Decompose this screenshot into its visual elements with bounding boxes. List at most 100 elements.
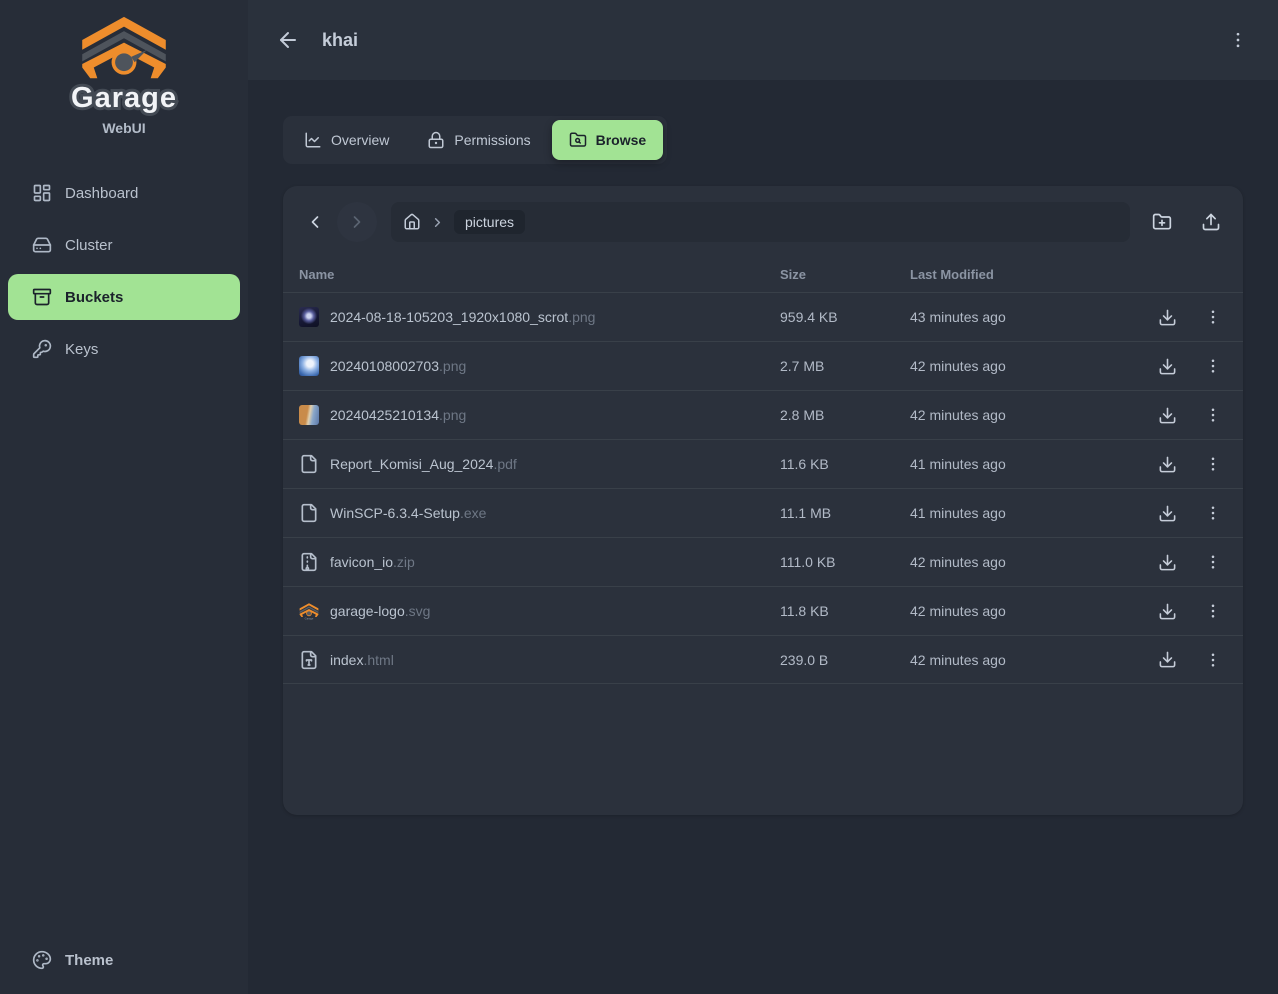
upload-button[interactable] (1195, 206, 1227, 238)
theme-toggle[interactable]: Theme (8, 940, 240, 980)
home-icon[interactable] (403, 213, 421, 231)
table-row: 20240425210134.png 2.8 MB 42 minutes ago (283, 390, 1243, 439)
app-title: Garage Garage (71, 82, 177, 115)
file-archive-icon (299, 552, 319, 572)
toolbar-actions (1146, 206, 1227, 238)
file-modified: 42 minutes ago (910, 603, 1150, 619)
file-link[interactable]: Report_Komisi_Aug_2024.pdf (283, 454, 780, 474)
theme-label: Theme (65, 952, 113, 969)
file-table: Name Size Last Modified 2024-08-18-10520… (283, 256, 1243, 684)
logo-block: Garage Garage WebUI (0, 0, 248, 136)
garage-logo-icon (79, 16, 169, 80)
download-icon (1158, 602, 1177, 621)
chevron-right-icon (430, 215, 445, 230)
image-thumbnail (299, 356, 319, 376)
header-menu-button[interactable] (1222, 24, 1254, 56)
table-row: Garage garage-logo.svg 11.8 KB 42 minute… (283, 586, 1243, 635)
tab-label: Browse (596, 132, 647, 148)
download-button[interactable] (1157, 307, 1177, 327)
sidebar-item-cluster[interactable]: Cluster (8, 222, 240, 268)
file-size: 11.1 MB (780, 505, 910, 521)
kebab-menu-icon (1204, 651, 1222, 669)
file-icon (299, 454, 319, 474)
cluster-icon (32, 235, 52, 255)
file-size: 2.7 MB (780, 358, 910, 374)
tab-overview[interactable]: Overview (287, 120, 406, 160)
sidebar-item-keys[interactable]: Keys (8, 326, 240, 372)
file-size: 239.0 B (780, 652, 910, 668)
row-menu-button[interactable] (1203, 454, 1223, 474)
row-menu-button[interactable] (1203, 503, 1223, 523)
column-header-size: Size (780, 267, 910, 282)
download-button[interactable] (1157, 356, 1177, 376)
table-header: Name Size Last Modified (283, 256, 1243, 292)
kebab-menu-icon (1204, 504, 1222, 522)
row-menu-button[interactable] (1203, 405, 1223, 425)
file-size: 2.8 MB (780, 407, 910, 423)
file-link[interactable]: 20240425210134.png (283, 405, 780, 425)
sidebar-item-label: Dashboard (65, 185, 138, 202)
file-link[interactable]: WinSCP-6.3.4-Setup.exe (283, 503, 780, 523)
download-icon (1158, 455, 1177, 474)
download-button[interactable] (1157, 405, 1177, 425)
file-modified: 41 minutes ago (910, 456, 1150, 472)
file-icon (299, 503, 319, 523)
chevron-right-icon (347, 212, 367, 232)
nav-back-button[interactable] (299, 206, 331, 238)
table-row: 2024-08-18-105203_1920x1080_scrot.png 95… (283, 292, 1243, 341)
sidebar-item-label: Cluster (65, 237, 113, 254)
back-button[interactable] (272, 24, 304, 56)
download-button[interactable] (1157, 454, 1177, 474)
file-size: 111.0 KB (780, 554, 910, 570)
kebab-menu-icon (1204, 455, 1222, 473)
download-button[interactable] (1157, 503, 1177, 523)
bucket-tabs: Overview Permissions Browse (283, 116, 667, 164)
sidebar: Garage Garage WebUI Dashboard Cluster Bu… (0, 0, 248, 994)
tab-label: Permissions (454, 132, 530, 148)
kebab-menu-icon (1204, 406, 1222, 424)
svg-text:Garage: Garage (305, 617, 314, 621)
table-row: Report_Komisi_Aug_2024.pdf 11.6 KB 41 mi… (283, 439, 1243, 488)
file-type-icon (299, 650, 319, 670)
file-link[interactable]: index.html (283, 650, 780, 670)
breadcrumb-segment-pictures[interactable]: pictures (454, 210, 525, 234)
image-thumbnail (299, 405, 319, 425)
file-link[interactable]: Garage garage-logo.svg (283, 601, 780, 621)
palette-icon (32, 950, 52, 970)
download-button[interactable] (1157, 650, 1177, 670)
row-menu-button[interactable] (1203, 356, 1223, 376)
sidebar-nav: Dashboard Cluster Buckets Keys (0, 170, 248, 378)
row-menu-button[interactable] (1203, 552, 1223, 572)
download-icon (1158, 650, 1177, 669)
sidebar-item-buckets[interactable]: Buckets (8, 274, 240, 320)
file-size: 959.4 KB (780, 309, 910, 325)
sidebar-footer: Theme (0, 940, 248, 994)
folder-plus-icon (1152, 212, 1172, 232)
new-folder-button[interactable] (1146, 206, 1178, 238)
file-link[interactable]: 20240108002703.png (283, 356, 780, 376)
tab-permissions[interactable]: Permissions (410, 120, 547, 160)
row-menu-button[interactable] (1203, 601, 1223, 621)
file-modified: 41 minutes ago (910, 505, 1150, 521)
buckets-icon (32, 287, 52, 307)
file-link[interactable]: 2024-08-18-105203_1920x1080_scrot.png (283, 307, 780, 327)
tab-browse[interactable]: Browse (552, 120, 664, 160)
page-title: khai (322, 30, 358, 51)
download-button[interactable] (1157, 552, 1177, 572)
chevron-left-icon (305, 212, 325, 232)
file-modified: 42 minutes ago (910, 652, 1150, 668)
row-menu-button[interactable] (1203, 650, 1223, 670)
table-row: 20240108002703.png 2.7 MB 42 minutes ago (283, 341, 1243, 390)
breadcrumb[interactable]: pictures (391, 202, 1130, 242)
nav-forward-button[interactable] (337, 202, 377, 242)
download-button[interactable] (1157, 601, 1177, 621)
kebab-menu-icon (1204, 553, 1222, 571)
row-menu-button[interactable] (1203, 307, 1223, 327)
file-modified: 42 minutes ago (910, 358, 1150, 374)
file-link[interactable]: favicon_io.zip (283, 552, 780, 572)
garage-logo-thumbnail: Garage (299, 601, 319, 621)
file-size: 11.8 KB (780, 603, 910, 619)
sidebar-item-dashboard[interactable]: Dashboard (8, 170, 240, 216)
column-header-name: Name (283, 267, 780, 282)
keys-icon (32, 339, 52, 359)
